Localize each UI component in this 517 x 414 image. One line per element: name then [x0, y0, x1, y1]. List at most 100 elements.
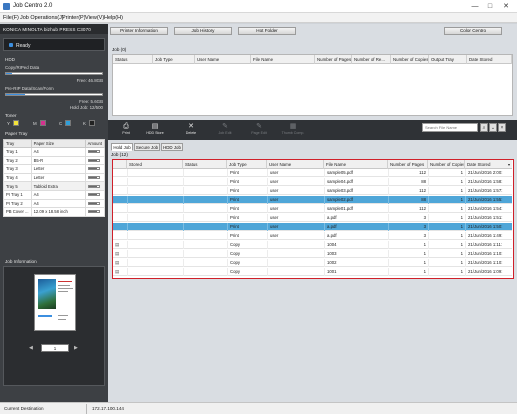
hold-job-row[interactable]: Print user a.pdf 3 1 21/Jun/2016 1:51: [113, 214, 512, 223]
col-user-name[interactable]: User Name [195, 55, 251, 64]
hdd-prerip-free: Free: 5.6GB [79, 99, 103, 104]
col-number-of-pages[interactable]: Number of Pages [388, 160, 428, 169]
close-button[interactable]: ✕ [499, 2, 513, 11]
tab-hot-folder[interactable]: Hot Folder [238, 27, 296, 35]
print-job-icon [113, 232, 127, 240]
menu-help[interactable]: Help(H) [104, 15, 123, 21]
user-name-cell [267, 241, 324, 249]
col-file-name[interactable]: File Name [251, 55, 315, 64]
maximize-button[interactable]: □ [483, 2, 497, 11]
hold-job-row[interactable]: Print user a.pdf 3 1 21/Jun/2016 1:50: [113, 223, 512, 232]
col-number-of-pages[interactable]: Number of Pages [315, 55, 352, 64]
copies-cell: 1 [428, 169, 465, 177]
hold-job-row[interactable]: Print user sample03.pdf 112 1 21/Jun/2016 1:5… [113, 187, 512, 196]
menu-view[interactable]: View(V) [85, 15, 104, 21]
thumbnail-image [38, 279, 56, 309]
tray-paper-size: Letter [30, 172, 86, 183]
search-input[interactable] [422, 123, 478, 132]
job-type-cell: Copy [227, 241, 267, 249]
col-output-tray[interactable]: Output Tray [429, 55, 467, 64]
date-stored-cell: 21/Jun/2016 1:49: [465, 232, 512, 240]
thumb-comp-label: Thumb Comp. [281, 131, 305, 135]
status-cell [183, 187, 227, 195]
tray-row[interactable]: Tray 5 Tabloid Extra [3, 181, 106, 191]
menu-printer[interactable]: Printer(P) [62, 15, 86, 21]
status-cell [183, 178, 227, 186]
col-job-type[interactable]: Job Type [227, 160, 267, 169]
print-job-icon [113, 187, 127, 195]
tray-row[interactable]: Tray 3 Letter [3, 164, 106, 174]
close-search-icon[interactable]: × [498, 123, 506, 132]
pages-cell: 1 [388, 259, 428, 267]
minimize-button[interactable]: — [468, 2, 482, 11]
menu-job-operations[interactable]: Job Operations(J) [20, 15, 64, 21]
hold-job-row[interactable]: ▤ Copy 1003 1 1 21/Jun/2016 1:10: [113, 250, 512, 259]
hdd-prerip-bar [5, 93, 103, 96]
col-date-stored[interactable]: Date Stored [467, 55, 512, 64]
tray-paper-size: B5-R [30, 155, 86, 166]
stored-cell [127, 214, 183, 222]
search-icon[interactable]: ⌕ [480, 123, 488, 132]
delete-button[interactable]: ✕ Delete [178, 122, 204, 138]
job-edit-button[interactable]: ✎ Job Edit [212, 122, 238, 138]
tray-name: Tray 1 [3, 147, 32, 157]
tab-job-history[interactable]: Job History [174, 27, 232, 35]
collapse-down-icon[interactable]: ⌄ [489, 123, 497, 132]
hold-job-row[interactable]: Print user sample02.pdf 88 1 21/Jun/2016 1:55… [113, 196, 512, 205]
stored-cell [127, 223, 183, 231]
tray-paper-size: A4 [30, 147, 86, 157]
hold-job-row[interactable]: Print user a.pdf 3 1 21/Jun/2016 1:49: [113, 232, 512, 241]
hold-job-row[interactable]: Print user sample04.pdf 88 1 21/Jun/2016 1:58… [113, 178, 512, 187]
page-number-field[interactable]: 1 [41, 344, 69, 352]
col-number-of-copies[interactable]: Number of Copies [428, 160, 465, 169]
hold-job-row[interactable]: ▤ Copy 1001 1 1 21/Jun/2016 1:09: [113, 268, 512, 277]
next-page-icon[interactable]: ▶ [74, 345, 78, 351]
tray-row[interactable]: Tray 4 Letter [3, 172, 106, 183]
tab-printer-information[interactable]: Printer Information [110, 27, 168, 35]
col-status[interactable]: Status [183, 160, 227, 169]
printer-model: KONICA MINOLTA bizhub PRESS C3070 [0, 24, 108, 34]
tab-secure-job[interactable]: Secure Job [134, 143, 160, 151]
col-stored[interactable]: Stored [127, 160, 183, 169]
tab-hold-job[interactable]: Hold Job [111, 143, 133, 151]
user-name-cell: user [267, 187, 324, 195]
col-user-name[interactable]: User Name [267, 160, 324, 169]
hold-job-row[interactable]: Print user sample05.pdf 112 1 21/Jun/2016 2:0… [113, 169, 512, 178]
page-edit-button[interactable]: ✎ Page Edit [246, 122, 272, 138]
print-button[interactable]: ⎙ Print [113, 122, 139, 138]
hold-job-row[interactable]: Print user sample01.pdf 112 1 21/Jun/2016 1:5… [113, 205, 512, 214]
tab-hdd-job[interactable]: HDD Job [161, 143, 183, 151]
file-name-cell: 1003 [324, 250, 388, 258]
copy-job-icon: ▤ [115, 260, 120, 265]
tray-row[interactable]: Tray 1 A4 [3, 147, 106, 157]
tray-row[interactable]: Tray 2 B5-R [3, 155, 106, 166]
col-date-stored[interactable]: Date Stored ▾ [465, 160, 512, 169]
hdd-store-button[interactable]: ▤ HDD Store [142, 122, 168, 138]
col-job-type[interactable]: Job Type [153, 55, 195, 64]
date-stored-cell: 21/Jun/2016 1:51: [465, 214, 512, 222]
menu-file[interactable]: File(F) [3, 15, 19, 21]
date-stored-cell: 21/Jun/2016 1:58: [465, 178, 512, 186]
tray-row[interactable]: PI Tray 2 A4 [3, 198, 106, 209]
col-number-of-re[interactable]: Number of Re... [352, 55, 391, 64]
printer-status-panel: KONICA MINOLTA bizhub PRESS C3070 Ready … [0, 24, 108, 402]
job-type-cell: Print [227, 214, 267, 222]
file-name-cell: a.pdf [324, 232, 388, 240]
prev-page-icon[interactable]: ◀ [29, 345, 33, 351]
tray-row[interactable]: PI Tray 1 A4 [3, 189, 106, 200]
date-stored-cell: 21/Jun/2016 1:09: [465, 268, 512, 276]
tray-paper-size: A4 [30, 189, 86, 200]
hold-job-row[interactable]: ▤ Copy 1002 1 1 21/Jun/2016 1:10: [113, 259, 512, 268]
job-edit-label: Job Edit [218, 131, 232, 135]
pages-cell: 3 [388, 232, 428, 240]
status-cell [183, 250, 227, 258]
col-number-of-copies[interactable]: Number of Copies [391, 55, 429, 64]
thumb-comp-button[interactable]: ▦ Thumb Comp. [280, 122, 306, 138]
print-button-label: Print [122, 131, 130, 135]
hold-job-row[interactable]: ▤ Copy 1004 1 1 21/Jun/2016 1:11: [113, 241, 512, 250]
col-status[interactable]: Status [113, 55, 153, 64]
pages-cell: 1 [388, 268, 428, 276]
tab-color-centro[interactable]: Color Centro [444, 27, 502, 35]
col-file-name[interactable]: File Name [324, 160, 388, 169]
tray-row[interactable]: PB Cover ... 12.09 x 18.58 inch [3, 207, 106, 217]
